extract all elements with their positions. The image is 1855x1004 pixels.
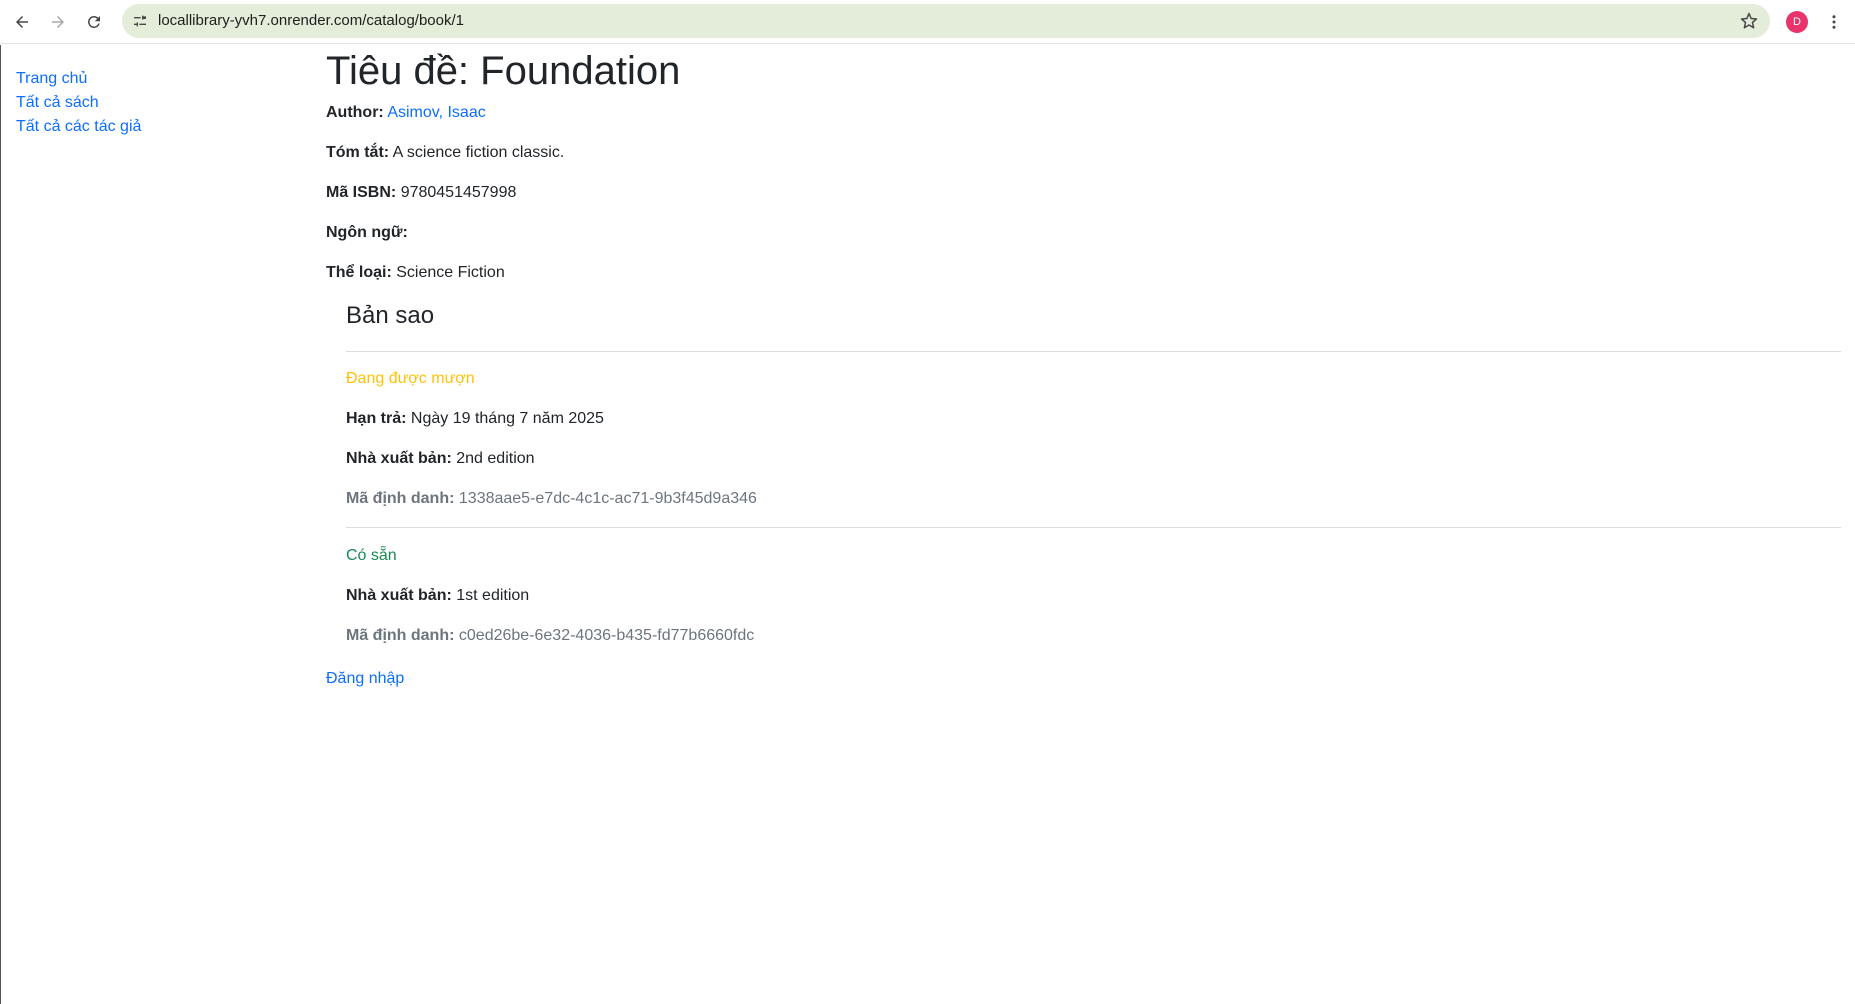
due-value: Ngày 19 tháng 7 năm 2025 <box>410 410 604 427</box>
avatar[interactable]: D <box>1786 11 1808 33</box>
copies-heading: Bản sao <box>346 302 435 329</box>
genre-field: Thể loại: Science Fiction <box>326 261 505 285</box>
language-label: Ngôn ngữ: <box>326 224 408 241</box>
sidebar-nav: Trang chủ Tất cả sách Tất cả các tác giả <box>16 67 141 139</box>
copy-due-field: Hạn trả: Ngày 19 tháng 7 năm 2025 <box>346 407 604 431</box>
language-field: Ngôn ngữ: <box>326 221 408 245</box>
copy-status: Đang được mượn <box>346 370 475 387</box>
isbn-value: 9780451457998 <box>400 184 517 201</box>
sidebar-item-all-books[interactable]: Tất cả sách <box>16 91 141 115</box>
login-link[interactable]: Đăng nhập <box>326 667 404 691</box>
id-label: Mã định danh: <box>346 627 455 644</box>
copy-id-field: Mã định danh: 1338aae5-e7dc-4c1c-ac71-9b… <box>346 487 757 511</box>
tune-icon[interactable] <box>130 11 150 31</box>
back-button[interactable] <box>8 8 36 36</box>
author-link[interactable]: Asimov, Isaac <box>387 104 485 121</box>
forward-button[interactable] <box>44 8 72 36</box>
imprint-label: Nhà xuất bản: <box>346 450 452 467</box>
arrow-left-icon <box>16 16 28 28</box>
copy-status: Có sẵn <box>346 547 397 564</box>
id-label: Mã định danh: <box>346 490 455 507</box>
page-viewport: Trang chủ Tất cả sách Tất cả các tác giả… <box>0 45 1855 1004</box>
copies-section: Bản sao Đang được mượn Hạn trả: Ngày 19 … <box>346 301 1841 644</box>
page-title: Tiêu đề: Foundation <box>326 49 681 93</box>
copy-id-field: Mã định danh: c0ed26be-6e32-4036-b435-fd… <box>346 624 754 648</box>
sidebar-item-all-authors[interactable]: Tất cả các tác giả <box>16 115 141 139</box>
author-field: Author: Asimov, Isaac <box>326 101 486 125</box>
genre-value: Science Fiction <box>396 264 505 281</box>
sidebar-item-home[interactable]: Trang chủ <box>16 67 141 91</box>
genre-label: Thể loại: <box>326 264 392 281</box>
imprint-label: Nhà xuất bản: <box>346 587 452 604</box>
summary-field: Tóm tắt: A science fiction classic. <box>326 141 564 165</box>
summary-label: Tóm tắt: <box>326 144 390 161</box>
reload-button[interactable] <box>80 8 108 36</box>
due-label: Hạn trả: <box>346 410 407 427</box>
reload-icon <box>88 15 100 28</box>
divider <box>346 351 1841 352</box>
main-content: Tiêu đề: Foundation Author: Asimov, Isaa… <box>326 45 1841 687</box>
arrow-right-icon <box>52 16 64 28</box>
isbn-field: Mã ISBN: 9780451457998 <box>326 181 516 205</box>
summary-value: A science fiction classic. <box>392 144 565 161</box>
copy-imprint-field: Nhà xuất bản: 1st edition <box>346 584 529 608</box>
isbn-label: Mã ISBN: <box>326 184 397 201</box>
kebab-menu-icon[interactable] <box>1822 10 1846 34</box>
imprint-value: 2nd edition <box>456 450 535 467</box>
browser-toolbar: locallibrary-yvh7.onrender.com/catalog/b… <box>0 0 1855 44</box>
id-value: c0ed26be-6e32-4036-b435-fd77b6660fdc <box>458 627 755 644</box>
divider <box>346 527 1841 528</box>
star-icon[interactable] <box>1738 10 1760 32</box>
url-text[interactable]: locallibrary-yvh7.onrender.com/catalog/b… <box>158 12 464 29</box>
copy-imprint-field: Nhà xuất bản: 2nd edition <box>346 447 535 471</box>
id-value: 1338aae5-e7dc-4c1c-ac71-9b3f45d9a346 <box>458 490 757 507</box>
address-bar[interactable]: locallibrary-yvh7.onrender.com/catalog/b… <box>122 4 1770 38</box>
imprint-value: 1st edition <box>456 587 530 604</box>
author-label: Author: <box>326 104 384 121</box>
